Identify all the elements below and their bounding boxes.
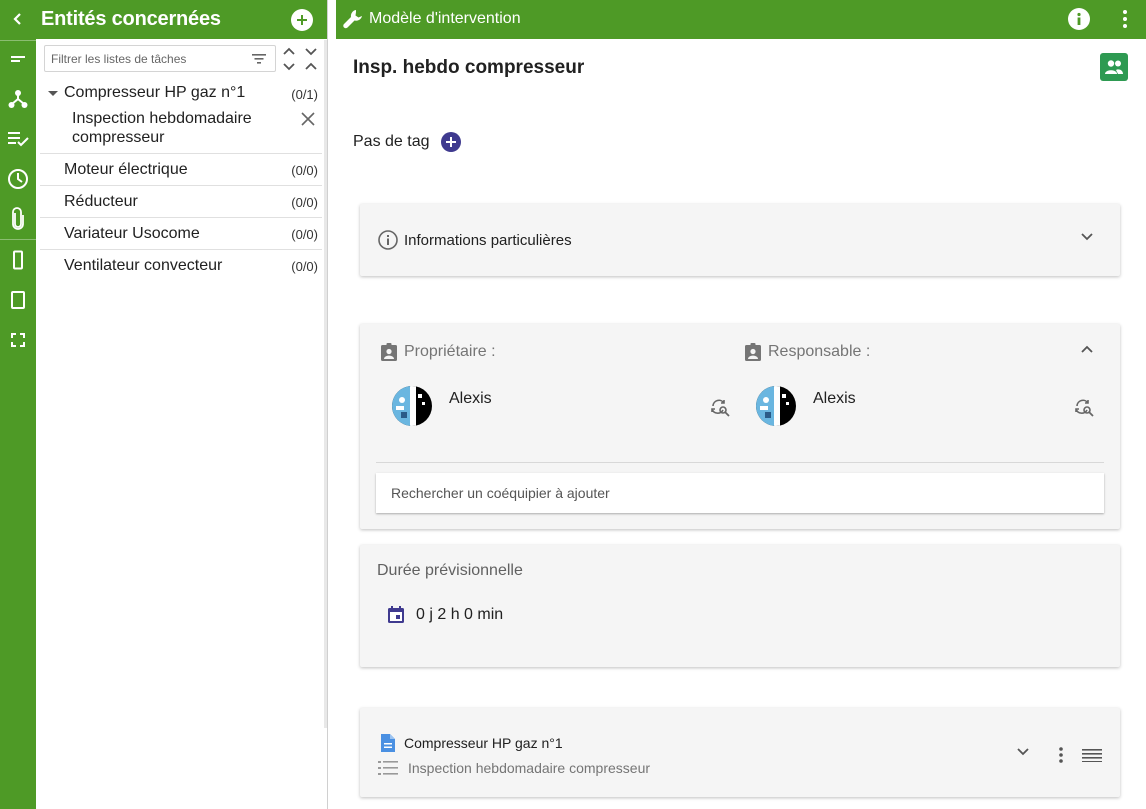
task-filter-field[interactable] <box>44 45 276 72</box>
change-owner-icon[interactable] <box>710 398 730 418</box>
plus-icon <box>297 15 307 25</box>
owner-label-row: Propriétaire : <box>379 342 496 362</box>
close-icon[interactable] <box>300 111 316 127</box>
numbered-list-icon <box>378 761 398 775</box>
manager-label-row: Responsable : <box>743 342 870 362</box>
owner-name: Alexis <box>449 390 492 407</box>
duration-title: Durée prévisionnelle <box>377 562 523 579</box>
entity-row[interactable]: Moteur électrique (0/0) <box>40 154 322 186</box>
entity-count: (0/0) <box>291 195 318 210</box>
tag-row: Pas de tag <box>353 132 461 152</box>
expand-collapse-controls <box>280 44 324 74</box>
entity-count: (0/1) <box>291 87 318 102</box>
expand-all-icon[interactable] <box>282 46 296 72</box>
filter-row <box>40 44 324 74</box>
entities-header: Entités concernées <box>36 0 327 39</box>
avatar <box>756 386 796 426</box>
hierarchy-icon[interactable] <box>0 81 36 117</box>
linked-task-card: Compresseur HP gaz n°1 Inspection hebdom… <box>360 708 1120 797</box>
clock-icon[interactable] <box>0 161 36 197</box>
entity-label: Moteur électrique <box>64 161 188 178</box>
rail-divider <box>0 239 36 240</box>
fullscreen-icon[interactable] <box>0 322 36 358</box>
entity-count: (0/0) <box>291 259 318 274</box>
divider <box>376 462 1104 463</box>
entity-row[interactable]: Compresseur HP gaz n°1 (0/1) <box>40 78 322 106</box>
linked-task-name: Inspection hebdomadaire compresseur <box>408 760 651 776</box>
entities-title: Entités concernées <box>41 8 221 30</box>
group-icon <box>1105 60 1123 74</box>
avatar <box>392 386 432 426</box>
chevron-down-icon[interactable] <box>1016 747 1030 757</box>
more-vert-icon[interactable] <box>1122 9 1128 29</box>
info-section[interactable]: Informations particulières <box>360 204 1120 276</box>
duration-value-row[interactable]: 0 j 2 h 0 min <box>386 605 503 625</box>
duration-section: Durée prévisionnelle 0 j 2 h 0 min <box>360 545 1120 667</box>
entity-count: (0/0) <box>291 227 318 242</box>
more-vert-icon[interactable] <box>1058 746 1064 764</box>
left-rail <box>0 0 36 809</box>
paperclip-icon[interactable] <box>0 201 36 237</box>
phone-portrait-icon[interactable] <box>0 242 36 278</box>
assignment-ind-icon <box>745 343 761 361</box>
info-icon <box>1077 12 1081 25</box>
assignment-ind-icon <box>381 343 397 361</box>
tablet-icon[interactable] <box>0 282 36 318</box>
task-filter-input[interactable] <box>51 51 241 66</box>
manager-person: Alexis <box>756 386 856 426</box>
document-icon <box>381 734 395 752</box>
team-button[interactable] <box>1100 53 1128 81</box>
teammate-search-field[interactable] <box>376 473 1104 513</box>
panel-splitter[interactable] <box>328 0 336 809</box>
short-text-icon[interactable] <box>0 41 36 77</box>
entity-row[interactable]: Réducteur (0/0) <box>40 186 322 218</box>
manager-label: Responsable : <box>768 343 871 360</box>
main-header: Modèle d'intervention <box>336 0 1146 39</box>
add-entity-button[interactable] <box>291 9 313 31</box>
model-title: Insp. hebdo compresseur <box>353 57 585 78</box>
manager-name: Alexis <box>813 390 856 407</box>
duration-value: 0 j 2 h 0 min <box>416 606 504 623</box>
entity-tree: Compresseur HP gaz n°1 (0/1) Inspection … <box>40 78 322 282</box>
back-icon[interactable] <box>0 1 36 37</box>
entity-count: (0/0) <box>291 163 318 178</box>
playlist-check-icon[interactable] <box>0 121 36 157</box>
linked-entity-name: Compresseur HP gaz n°1 <box>404 735 563 751</box>
calendar-icon[interactable] <box>386 605 406 625</box>
info-section-title: Informations particulières <box>404 232 572 249</box>
change-manager-icon[interactable] <box>1074 398 1094 418</box>
entity-label: Ventilateur convecteur <box>64 257 223 274</box>
task-label: Inspection hebdomadaire compresseur <box>72 110 252 146</box>
main-panel: Modèle d'intervention Insp. hebdo compre… <box>336 0 1146 809</box>
entity-label: Compresseur HP gaz n°1 <box>64 84 246 101</box>
team-section: Propriétaire : Alexis Responsable : Alex… <box>360 324 1120 529</box>
chevron-down-icon[interactable] <box>1080 232 1094 242</box>
teammate-search-input[interactable] <box>391 485 1081 501</box>
entities-scrollbar[interactable] <box>324 40 327 728</box>
info-button[interactable] <box>1068 8 1090 30</box>
add-tag-button[interactable] <box>440 132 461 152</box>
task-row[interactable]: Inspection hebdomadaire compresseur <box>40 106 322 154</box>
entities-panel: Entités concernées Compresseur HP gaz n°… <box>36 0 328 809</box>
filter-icon[interactable] <box>251 52 267 66</box>
entity-label: Réducteur <box>64 193 138 210</box>
collapse-all-icon[interactable] <box>304 46 318 72</box>
caret-down-icon[interactable] <box>48 91 58 96</box>
owner-person: Alexis <box>392 386 492 426</box>
entity-label: Variateur Usocome <box>64 225 200 242</box>
info-outline-icon <box>378 230 398 250</box>
drag-handle-icon[interactable] <box>1082 748 1102 762</box>
page-title: Modèle d'intervention <box>369 10 521 27</box>
plus-icon <box>445 137 456 147</box>
entity-row[interactable]: Variateur Usocome (0/0) <box>40 218 322 250</box>
tag-label: Pas de tag <box>353 133 430 150</box>
entity-row[interactable]: Ventilateur convecteur (0/0) <box>40 250 322 282</box>
chevron-up-icon[interactable] <box>1080 344 1094 354</box>
wrench-icon <box>343 10 362 29</box>
owner-label: Propriétaire : <box>404 343 496 360</box>
